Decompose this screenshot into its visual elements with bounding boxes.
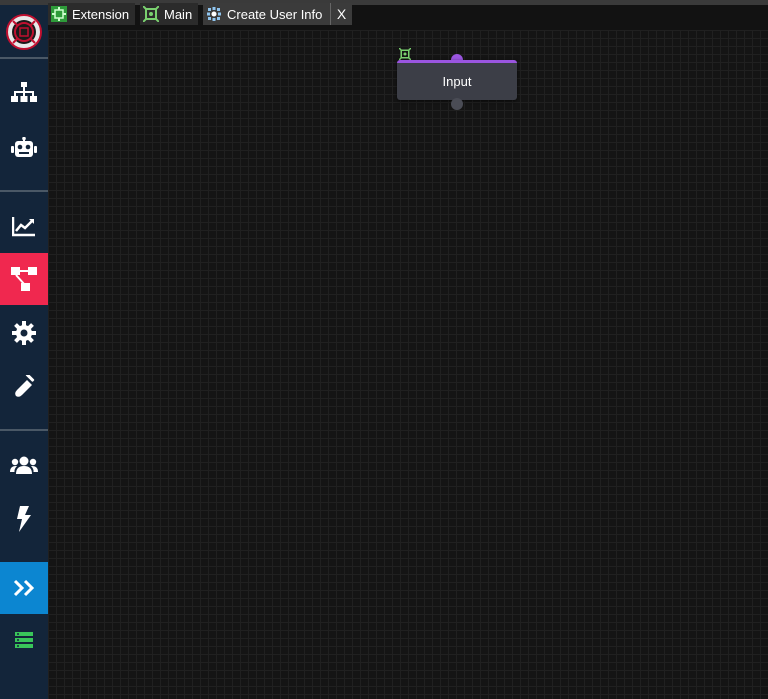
chart-line-icon (12, 217, 35, 237)
sidebar-item-robot[interactable] (0, 122, 48, 174)
sidebar-divider (0, 429, 48, 431)
app-logo-icon[interactable] (5, 13, 43, 51)
sitemap-icon (11, 82, 37, 102)
tab-create-user-info[interactable]: Create User Info (203, 3, 330, 25)
test-tube-icon (15, 375, 35, 397)
sidebar-item-flows[interactable] (0, 253, 48, 305)
users-icon (10, 456, 38, 474)
flow-canvas[interactable] (48, 30, 768, 699)
flow-node-input[interactable]: Input (397, 60, 517, 100)
gear-icon (12, 321, 36, 345)
flow-icon (143, 6, 159, 22)
subflow-icon (207, 7, 221, 21)
node-label: Input (442, 74, 472, 89)
server-icon (15, 632, 33, 648)
tab-label: Main (164, 6, 193, 22)
sidebar-item-actions[interactable] (0, 493, 48, 545)
sidebar-item-expand[interactable] (0, 562, 48, 614)
tab-extension[interactable]: Extension (48, 3, 135, 25)
sidebar (0, 5, 48, 699)
sidebar-divider (0, 57, 48, 59)
sidebar-item-users[interactable] (0, 439, 48, 491)
extension-icon (51, 6, 67, 22)
robot-icon (11, 137, 37, 157)
flow-diagram-icon (11, 267, 37, 291)
tab-main[interactable]: Main (140, 3, 198, 25)
sidebar-item-servers[interactable] (0, 614, 48, 666)
sidebar-item-analytics[interactable] (0, 201, 48, 253)
tab-label: Extension (72, 6, 130, 22)
sidebar-item-hierarchy[interactable] (0, 67, 48, 119)
sidebar-item-settings[interactable] (0, 307, 48, 359)
bolt-icon (17, 506, 31, 532)
sidebar-divider (0, 190, 48, 192)
sidebar-item-test[interactable] (0, 361, 48, 413)
app-window: Extension Main Create User Info X Input (0, 0, 768, 699)
tab-label: Create User Info (227, 6, 323, 22)
node-output-port[interactable] (451, 98, 463, 110)
tab-close-button[interactable]: X (330, 3, 352, 25)
chevron-double-right-icon (13, 579, 35, 597)
